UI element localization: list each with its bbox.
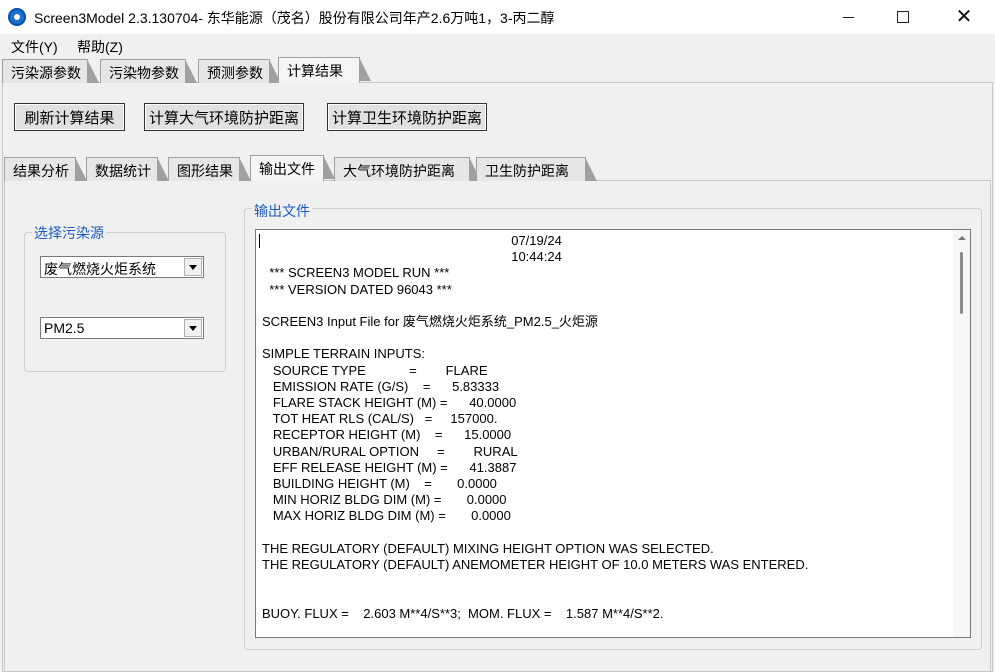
output-line: FLARE STACK HEIGHT (M) = 40.0000 [262,395,517,411]
minimize-icon [842,16,854,18]
output-line: *** VERSION DATED 96043 *** [262,281,452,297]
source-selection-group [24,232,226,372]
tab-graph-results[interactable]: 图形结果 [168,157,251,181]
output-line: *** SCREEN3 MODEL RUN *** [262,265,450,281]
minimize-button[interactable] [825,0,871,34]
output-text-area[interactable]: 07/19/24 10:44:24 *** SCREEN3 MODEL RUN … [255,229,971,638]
tab-label: 输出文件 [259,161,315,177]
tab-label: 计算结果 [287,63,343,79]
close-button[interactable]: ✕ [941,0,987,34]
tab-source-params[interactable]: 污染源参数 [2,59,99,83]
tab-label: 结果分析 [13,163,69,179]
output-text: 07/19/24 10:44:24 *** SCREEN3 MODEL RUN … [262,233,952,622]
tab-label: 污染源参数 [11,65,81,81]
tab-air-protection-distance[interactable]: 大气环境防护距离 [334,157,481,181]
output-line: MIN HORIZ BLDG DIM (M) = 0.0000 [262,492,507,508]
text-caret [259,234,260,248]
chevron-down-icon [184,319,202,337]
tab-result-analysis[interactable]: 结果分析 [4,157,87,181]
menu-bar: 文件(Y) 帮助(Z) [0,34,995,58]
pollutant-select[interactable]: PM2.5 [40,317,204,339]
output-line: EFF RELEASE HEIGHT (M) = 41.3887 [262,459,517,475]
tab-label: 预测参数 [207,65,263,81]
calc-health-protection-distance-button[interactable]: 计算卫生环境防护距离 [327,103,487,131]
maximize-icon [897,11,909,23]
output-line: SCREEN3 Input File for 废气燃烧火炬系统_PM2.5_火炬… [262,314,598,330]
title-bar: Screen3Model 2.3.130704- 东华能源（茂名）股份有限公司年… [0,0,995,34]
source-select[interactable]: 废气燃烧火炬系统 [40,256,204,278]
pollutant-select-value: PM2.5 [44,320,85,336]
source-select-value: 废气燃烧火炬系统 [44,261,156,277]
tab-output-file[interactable]: 输出文件 [250,155,335,181]
refresh-results-button[interactable]: 刷新计算结果 [14,103,125,131]
tab-label: 图形结果 [177,163,233,179]
menu-file[interactable]: 文件(Y) [11,37,58,57]
output-line: MAX HORIZ BLDG DIM (M) = 0.0000 [262,508,511,524]
tab-pollutant-params[interactable]: 污染物参数 [100,59,197,83]
close-icon: ✕ [955,6,973,28]
calc-air-protection-distance-button[interactable]: 计算大气环境防护距离 [144,103,304,131]
output-line: BUOY. FLUX = 2.603 M**4/S**3; MOM. FLUX … [262,605,664,621]
tab-calc-results[interactable]: 计算结果 [278,57,371,83]
output-line: BUILDING HEIGHT (M) = 0.0000 [262,476,497,492]
output-line: URBAN/RURAL OPTION = RURAL [262,443,518,459]
scroll-thumb[interactable] [960,252,963,314]
output-line: TOT HEAT RLS (CAL/S) = 157000. [262,411,498,427]
source-selection-legend: 选择污染源 [32,223,106,243]
tab-health-protection-distance[interactable]: 卫生防护距离 [476,157,597,181]
tab-label: 卫生防护距离 [485,163,569,179]
window-title: Screen3Model 2.3.130704- 东华能源（茂名）股份有限公司年… [34,10,555,26]
vertical-scrollbar[interactable] [953,230,970,637]
maximize-button[interactable] [880,0,926,34]
output-line: 10:44:24 [262,249,562,265]
tab-prediction-params[interactable]: 预测参数 [198,59,281,83]
tab-label: 污染物参数 [109,65,179,81]
output-line: EMISSION RATE (G/S) = 5.83333 [262,378,500,394]
output-line: RECEPTOR HEIGHT (M) = 15.0000 [262,427,512,443]
output-file-legend: 输出文件 [252,201,312,221]
output-line: THE REGULATORY (DEFAULT) ANEMOMETER HEIG… [262,557,809,573]
chevron-down-icon [184,258,202,276]
menu-help[interactable]: 帮助(Z) [77,37,123,57]
tab-label: 数据统计 [95,163,151,179]
output-line: SIMPLE TERRAIN INPUTS: [262,346,426,362]
tab-data-statistics[interactable]: 数据统计 [86,157,169,181]
scroll-up-icon[interactable] [958,236,966,240]
output-line: SOURCE TYPE = FLARE [262,362,488,378]
app-icon [8,8,26,26]
output-line: THE REGULATORY (DEFAULT) MIXING HEIGHT O… [262,540,714,556]
tab-label: 大气环境防护距离 [343,163,455,179]
output-line: 07/19/24 [262,233,562,248]
